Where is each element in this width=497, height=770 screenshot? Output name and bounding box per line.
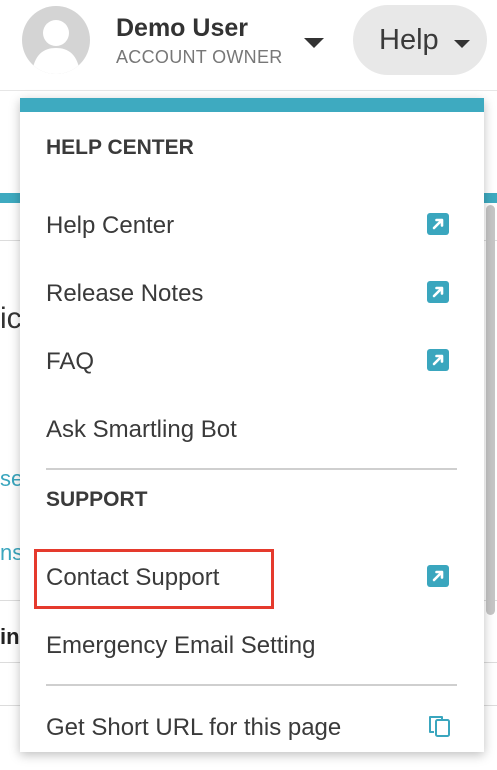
menu-item-get-short-url[interactable]: Get Short URL for this page bbox=[20, 700, 484, 756]
account-menu-caret-icon[interactable] bbox=[304, 38, 324, 48]
user-name[interactable]: Demo User bbox=[116, 14, 248, 43]
help-button-label: Help bbox=[379, 24, 439, 56]
menu-item-faq[interactable]: FAQ bbox=[20, 334, 484, 390]
menu-item-ask-smartling-bot[interactable]: Ask Smartling Bot bbox=[20, 402, 484, 458]
menu-item-label: Release Notes bbox=[46, 280, 204, 307]
avatar-person-icon bbox=[32, 20, 80, 74]
user-avatar[interactable] bbox=[22, 6, 90, 74]
menu-item-emergency-email-setting[interactable]: Emergency Email Setting bbox=[20, 618, 484, 674]
help-dropdown-menu: HELP CENTER Help Center Release Notes FA… bbox=[20, 98, 484, 752]
contact-support-highlight bbox=[34, 549, 274, 609]
page-scrollbar[interactable] bbox=[486, 205, 495, 615]
menu-divider bbox=[46, 684, 457, 686]
menu-item-label: Ask Smartling Bot bbox=[46, 416, 237, 443]
menu-item-label: Emergency Email Setting bbox=[46, 632, 316, 659]
menu-item-label: Get Short URL for this page bbox=[46, 714, 342, 741]
external-link-icon bbox=[427, 565, 449, 587]
menu-item-help-center[interactable]: Help Center bbox=[20, 198, 484, 254]
menu-item-release-notes[interactable]: Release Notes bbox=[20, 266, 484, 322]
help-menu-button[interactable]: Help bbox=[353, 5, 487, 75]
external-link-icon bbox=[427, 213, 449, 235]
copy-icon bbox=[425, 714, 453, 740]
menu-item-label: Help Center bbox=[46, 212, 175, 239]
support-heading: SUPPORT bbox=[46, 488, 148, 511]
menu-divider bbox=[46, 468, 457, 470]
top-bar: Demo User ACCOUNT OWNER Help bbox=[0, 0, 497, 91]
external-link-icon bbox=[427, 349, 449, 371]
user-role: ACCOUNT OWNER bbox=[116, 47, 283, 67]
help-center-heading: HELP CENTER bbox=[46, 136, 194, 159]
external-link-icon bbox=[427, 281, 449, 303]
page-heading-fragment: ic bbox=[0, 302, 22, 335]
chevron-down-icon bbox=[454, 40, 470, 48]
menu-item-label: FAQ bbox=[46, 348, 95, 375]
